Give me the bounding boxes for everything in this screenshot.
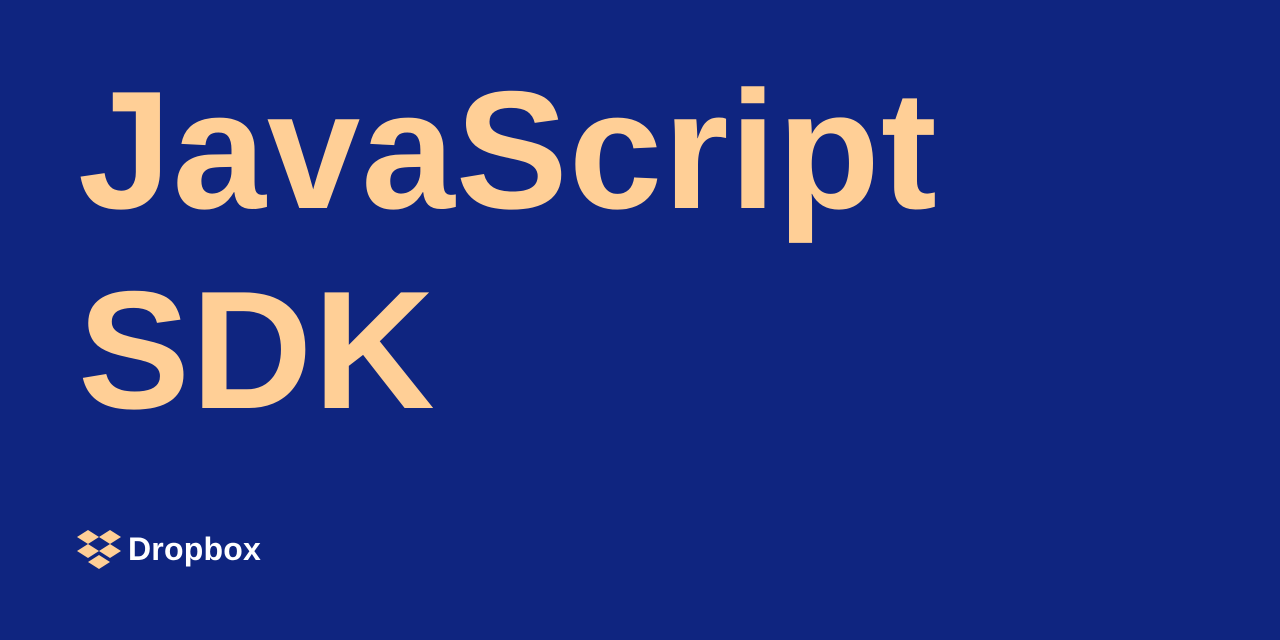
page-title: JavaScript SDK — [78, 50, 938, 450]
title-line-javascript: JavaScript — [78, 56, 938, 244]
sdk-banner: JavaScript SDK Dropbox — [0, 0, 1280, 640]
dropbox-logo-icon — [77, 530, 121, 569]
brand-name: Dropbox — [128, 531, 261, 567]
title-line-sdk: SDK — [78, 256, 436, 444]
dropbox-brand: Dropbox — [76, 528, 261, 570]
